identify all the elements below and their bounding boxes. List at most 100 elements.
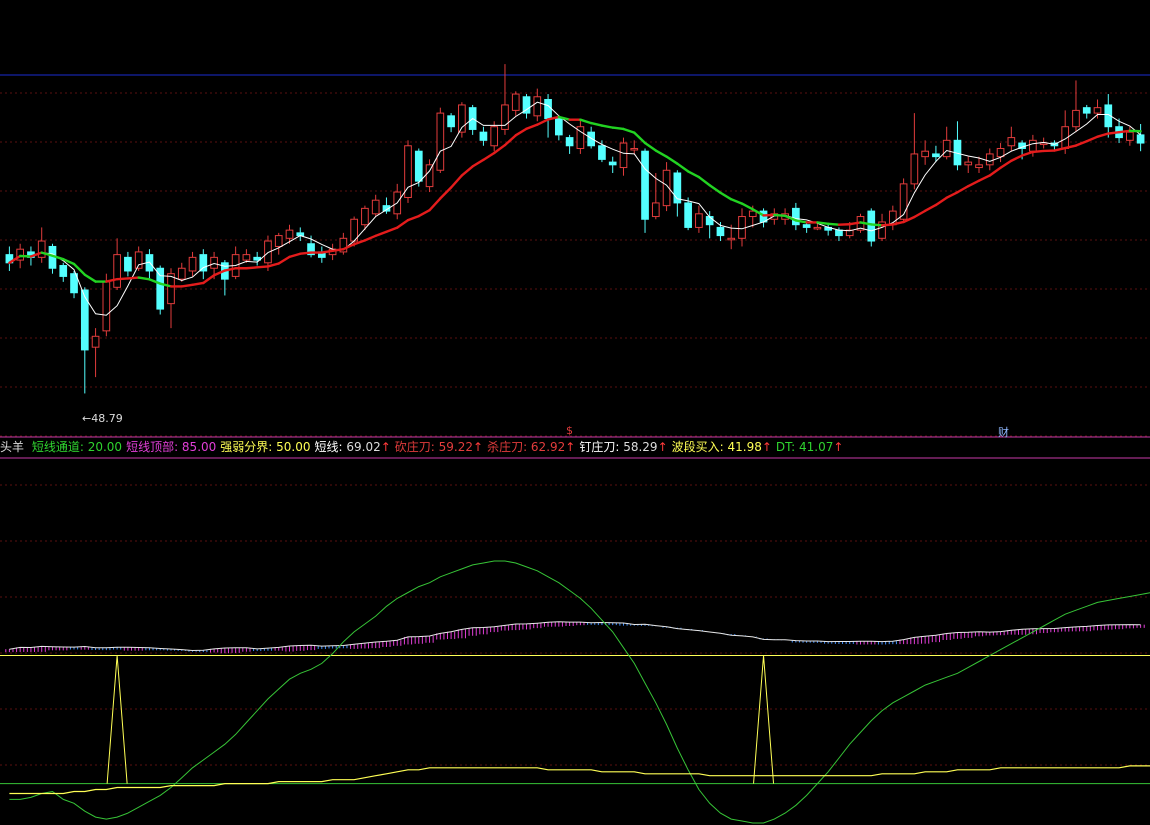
ma-long-segment bbox=[460, 165, 474, 177]
ma-long-segment bbox=[654, 149, 668, 158]
ma-long-segment bbox=[633, 131, 647, 145]
ma-long-segment bbox=[1010, 154, 1024, 162]
legend-item-value: 58.29 bbox=[619, 440, 658, 454]
candle-body bbox=[716, 226, 725, 237]
candle-body bbox=[479, 131, 488, 141]
ma-long-segment bbox=[83, 273, 97, 283]
up-arrow-icon: ↑ bbox=[761, 440, 772, 454]
legend-item-value: 85.00 bbox=[178, 440, 217, 454]
ma-long-segment bbox=[999, 159, 1013, 169]
legend-item-label: 短线: bbox=[314, 440, 343, 454]
ma-long-segment bbox=[406, 214, 420, 222]
candle-body bbox=[371, 199, 380, 215]
legend-item: 短线通道: 20.00 bbox=[32, 440, 122, 454]
candle-body bbox=[102, 281, 111, 332]
signal-spikes bbox=[106, 655, 775, 784]
up-arrow-icon: ↑ bbox=[833, 440, 844, 454]
ma-long-segment bbox=[708, 184, 722, 194]
ma-long-segment bbox=[1096, 132, 1110, 138]
legend-item-label: 砍庄刀: bbox=[394, 440, 435, 454]
candle-body bbox=[1136, 134, 1145, 144]
ma-long-segment bbox=[988, 166, 1002, 177]
ma-long-segment bbox=[665, 155, 679, 165]
ma-long-segment bbox=[115, 277, 130, 281]
candle-body bbox=[447, 115, 455, 128]
candle-body bbox=[210, 256, 218, 269]
candle-body bbox=[598, 145, 606, 160]
legend-name: 头羊 bbox=[0, 440, 25, 454]
ma-long-segment bbox=[773, 213, 787, 218]
ma-long-segment bbox=[967, 179, 981, 188]
legend-item: DT: 41.07↑ bbox=[776, 440, 844, 454]
candle-body bbox=[1093, 107, 1102, 114]
candle-body bbox=[684, 202, 692, 228]
legend-item-value: 62.92 bbox=[527, 440, 566, 454]
candle-body bbox=[802, 224, 811, 228]
dividend-marker: $ bbox=[566, 424, 573, 437]
ma-long-segment bbox=[492, 143, 507, 155]
ma-long-segment bbox=[1085, 135, 1099, 143]
ma-long-segment bbox=[643, 141, 658, 152]
ma-long-segment bbox=[439, 186, 453, 200]
candlestick-series bbox=[5, 64, 1145, 394]
candle-body bbox=[511, 93, 520, 111]
candle-body bbox=[619, 142, 628, 169]
candle-body bbox=[630, 147, 639, 151]
ma-long-segment bbox=[180, 283, 194, 288]
candle-body bbox=[1082, 107, 1091, 114]
ma-long-segment bbox=[449, 174, 464, 189]
ma-long-segment bbox=[1053, 146, 1067, 152]
price-grid bbox=[0, 92, 1150, 437]
up-arrow-icon: ↑ bbox=[380, 440, 391, 454]
candle-body bbox=[285, 229, 294, 239]
legend-item: 波段买入: 41.98↑ bbox=[672, 440, 772, 454]
candle-body bbox=[544, 98, 552, 120]
candle-body bbox=[867, 210, 876, 242]
candle-body bbox=[533, 96, 542, 117]
dt-line bbox=[9, 765, 1150, 795]
finance-marker: 财 bbox=[998, 426, 1009, 439]
ma-long-segment bbox=[137, 276, 151, 281]
legend-item-label: 钉庄刀: bbox=[579, 440, 620, 454]
ma-long-segment bbox=[1031, 149, 1045, 154]
ma-long-segment bbox=[202, 274, 216, 285]
candle-body bbox=[835, 229, 843, 237]
candle-body bbox=[1072, 109, 1080, 128]
ma-long-segment bbox=[740, 202, 754, 211]
ma-long-segment bbox=[385, 226, 399, 233]
ma-long-segment bbox=[503, 134, 517, 147]
legend-item: 短线: 69.02↑ bbox=[315, 440, 391, 454]
legend-item: 砍庄刀: 59.22↑ bbox=[395, 440, 483, 454]
candle-body bbox=[738, 216, 746, 239]
candle-body bbox=[975, 164, 983, 169]
ma-long-segment bbox=[600, 124, 614, 129]
ma-long-segment bbox=[255, 265, 270, 269]
ma-long-segment bbox=[1117, 129, 1132, 134]
candle-body bbox=[587, 131, 596, 147]
up-arrow-icon: ↑ bbox=[657, 440, 668, 454]
candle-body bbox=[91, 335, 100, 348]
ma-long-segment bbox=[686, 170, 701, 179]
ma-long-segment bbox=[730, 198, 744, 205]
candle-body bbox=[641, 150, 649, 220]
candle-body bbox=[167, 273, 175, 305]
signal-spike bbox=[753, 655, 775, 784]
up-arrow-icon: ↑ bbox=[565, 440, 576, 454]
ma-long-segment bbox=[697, 175, 711, 187]
ma-long-segment bbox=[482, 151, 496, 162]
candle-body bbox=[425, 164, 434, 188]
candle-body bbox=[910, 153, 919, 185]
candle-body bbox=[113, 254, 121, 288]
legend-item-value: 41.98 bbox=[723, 440, 762, 454]
candle-body bbox=[1007, 137, 1016, 147]
legend-item: 杀庄刀: 62.92↑ bbox=[487, 440, 575, 454]
candle-body bbox=[80, 289, 89, 351]
legend-item: 短线顶部: 85.00 bbox=[126, 440, 216, 454]
candle-body bbox=[651, 202, 660, 218]
ma-long-segment bbox=[277, 255, 291, 265]
candle-body bbox=[964, 161, 973, 166]
ma-long-segment bbox=[191, 281, 205, 287]
ma-long-segment bbox=[945, 191, 959, 199]
ma-long-segment bbox=[923, 203, 938, 213]
candle-body bbox=[59, 265, 68, 277]
